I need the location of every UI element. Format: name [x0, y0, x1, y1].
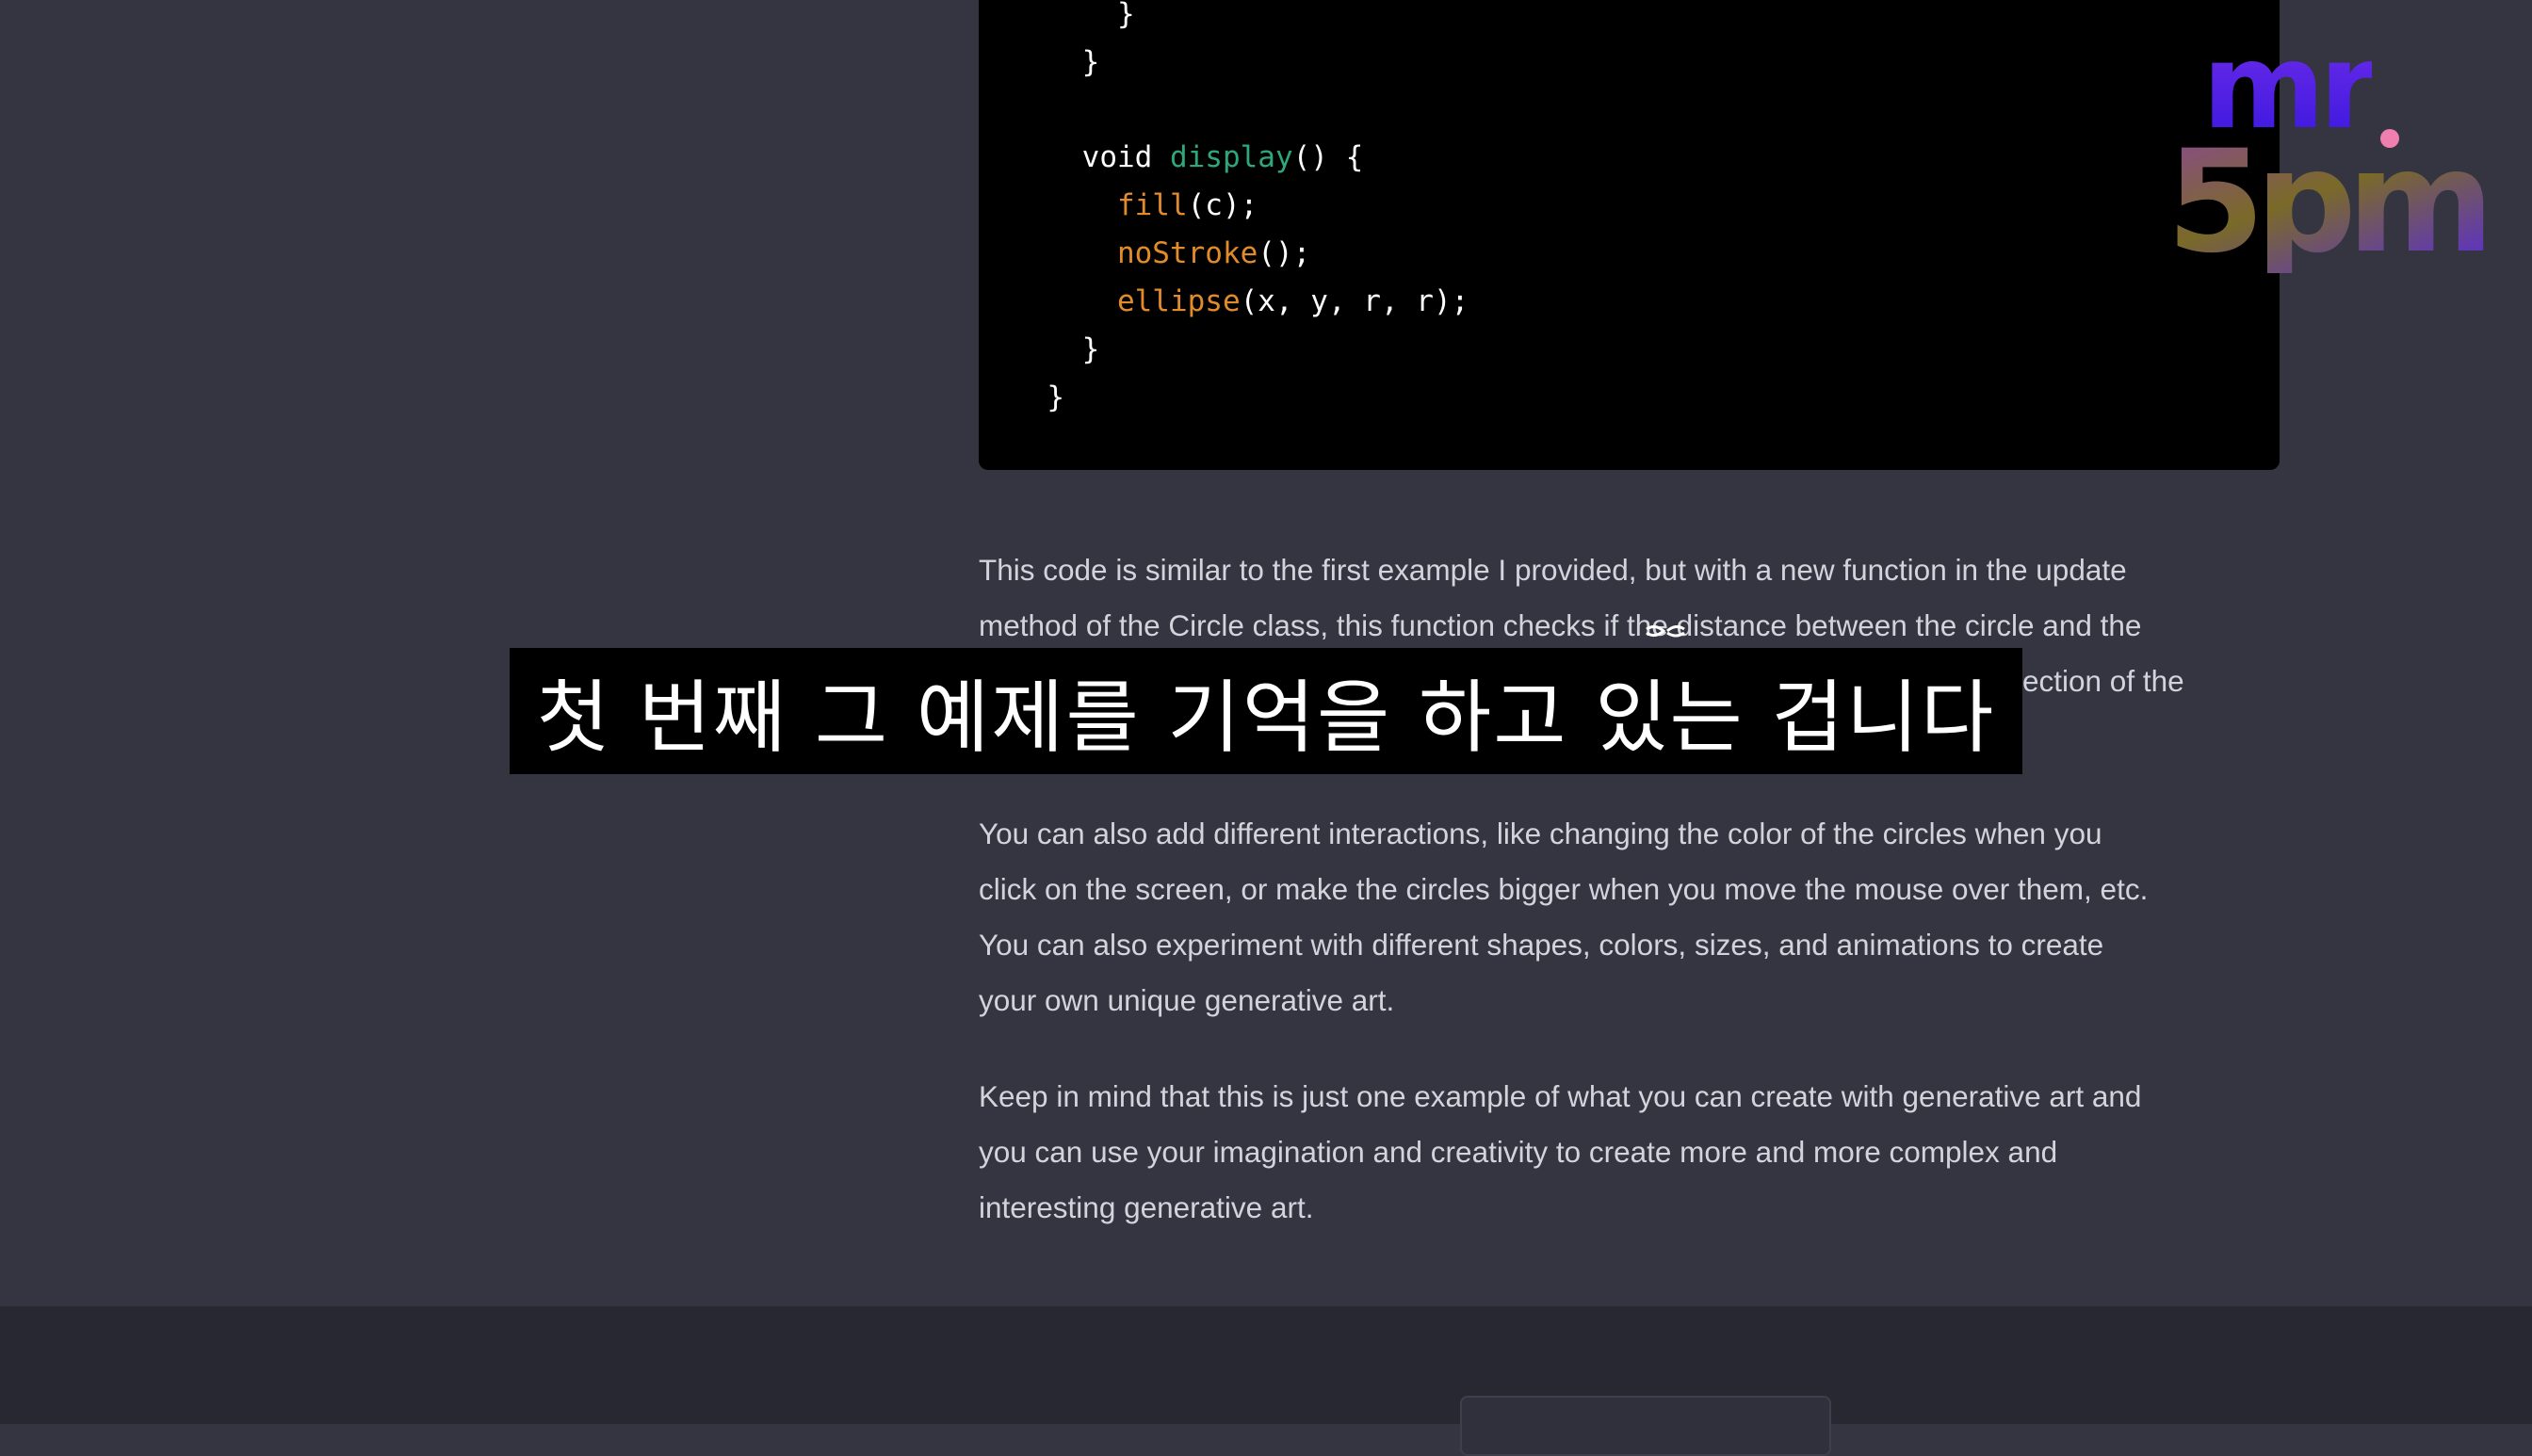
response-line: your own unique generative art.	[979, 983, 1395, 1017]
response-paragraph-2: You can also add different interactions,…	[979, 806, 2279, 1028]
code-block: } } void display() { fill(c); noStroke()…	[979, 0, 2280, 470]
code-line: ellipse(x, y, r, r);	[1012, 278, 1469, 326]
code-token: () {	[1292, 140, 1364, 174]
response-line: Keep in mind that this is just one examp…	[979, 1079, 2142, 1113]
code-token: noStroke	[1116, 236, 1258, 270]
video-subtitle: 첫 번째 그 예제를 기억을 하고 있는 겁니다	[510, 648, 2022, 774]
code-token: ellipse	[1116, 284, 1241, 318]
code-token: fill	[1116, 188, 1188, 222]
code-token: }	[1012, 0, 1135, 31]
code-line: }	[1012, 326, 1100, 374]
footer-bar	[0, 1306, 2532, 1456]
response-paragraph-3: Keep in mind that this is just one examp…	[979, 1069, 2279, 1236]
code-token: ();	[1258, 236, 1311, 270]
code-token: }	[1012, 45, 1100, 79]
code-token: (c);	[1187, 188, 1258, 222]
code-token: display	[1169, 140, 1293, 174]
code-line: noStroke();	[1012, 230, 1310, 278]
response-line: click on the screen, or make the circles…	[979, 872, 2149, 906]
response-line: you can use your imagination and creativ…	[979, 1135, 2058, 1169]
response-line-tail: ection of the	[2022, 664, 2184, 698]
bottom-control[interactable]	[1460, 1396, 1831, 1456]
code-line: }	[1012, 39, 1100, 87]
response-line: interesting generative art.	[979, 1190, 1314, 1224]
text-cursor-icon	[1646, 625, 1685, 638]
response-line: You can also experiment with different s…	[979, 928, 2104, 962]
code-line: fill(c);	[1012, 182, 1258, 230]
code-token: }	[1012, 332, 1100, 366]
code-line: }	[1012, 374, 1064, 422]
code-token: }	[1012, 380, 1064, 414]
logo-line-2: 5pm	[2167, 121, 2494, 284]
response-line: You can also add different interactions,…	[979, 817, 2102, 850]
code-line: }	[1012, 0, 1135, 39]
response-line: method of the Circle class, this functio…	[979, 608, 2142, 642]
code-token: void	[1012, 140, 1170, 174]
code-line: void display() {	[1012, 134, 1364, 182]
channel-logo: mr 5pm	[2167, 28, 2494, 283]
code-token: (x, y, r, r);	[1240, 284, 1469, 318]
response-line: This code is similar to the first exampl…	[979, 553, 2127, 587]
subtitle-text: 첫 번째 그 예제를 기억을 하고 있는 겁니다	[536, 671, 1996, 764]
